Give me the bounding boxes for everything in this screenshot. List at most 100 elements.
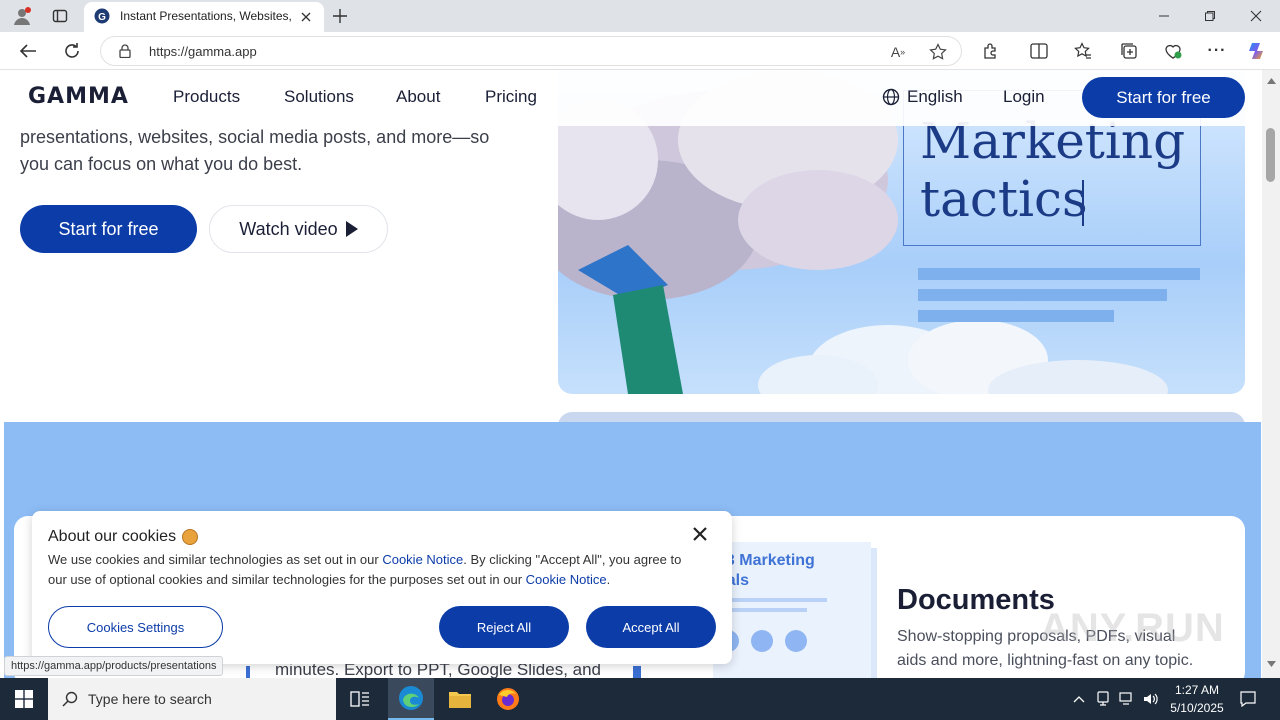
- nav-solutions[interactable]: Solutions: [284, 87, 354, 107]
- tab-actions-icon[interactable]: [50, 6, 70, 26]
- card-title-line2: tactics: [920, 170, 1088, 228]
- firefox-icon[interactable]: [486, 678, 530, 720]
- close-tab-icon[interactable]: [298, 9, 314, 25]
- page-scrollbar[interactable]: [1262, 70, 1280, 678]
- network-icon[interactable]: [1116, 678, 1138, 720]
- cookie-notice-link-1[interactable]: Cookie Notice: [382, 552, 463, 567]
- minimize-icon[interactable]: [1150, 6, 1178, 26]
- site-header: GAMMA Products Solutions About Pricing E…: [0, 70, 1262, 126]
- browser-toolbar: https://gamma.app A» ···: [0, 32, 1280, 70]
- accept-all-button[interactable]: Accept All: [586, 606, 716, 648]
- documents-desc-line2: aids and more, lightning-fast on any top…: [897, 652, 1194, 669]
- watch-video-label: Watch video: [239, 218, 338, 239]
- cookie-dialog: About our cookies We use cookies and sim…: [32, 511, 732, 664]
- favorites-icon[interactable]: [1072, 40, 1094, 62]
- hero-subtitle-line2: you can focus on what you do best.: [20, 154, 303, 174]
- reject-all-button[interactable]: Reject All: [439, 606, 569, 648]
- more-options-icon[interactable]: ···: [1206, 40, 1228, 62]
- cookie-emoji-icon: [182, 529, 199, 545]
- taskbar-search-box[interactable]: Type here to search: [48, 678, 336, 720]
- placeholder-line: [918, 310, 1114, 322]
- document-thumbnail: 03 Marketing oals: [713, 542, 871, 678]
- documents-title: Documents: [897, 584, 1055, 616]
- text-cursor: [1082, 180, 1084, 226]
- collections-icon[interactable]: [1118, 40, 1140, 62]
- close-window-icon[interactable]: [1242, 6, 1270, 26]
- status-url-text: https://gamma.app/products/presentations: [11, 660, 217, 672]
- restore-icon[interactable]: [1196, 6, 1224, 26]
- read-aloud-icon[interactable]: A»: [887, 41, 909, 63]
- page-viewport: presentations, websites, social media po…: [0, 70, 1262, 678]
- new-tab-icon[interactable]: [330, 6, 350, 26]
- browser-tab-bar: G Instant Presentations, Websites, a: [0, 0, 1280, 32]
- back-icon[interactable]: [16, 40, 40, 62]
- feature-accent-bar: [633, 666, 641, 678]
- scroll-up-icon[interactable]: [1266, 76, 1276, 86]
- login-link[interactable]: Login: [1003, 87, 1045, 107]
- notifications-icon[interactable]: [1236, 678, 1260, 720]
- language-selector[interactable]: English: [882, 85, 963, 109]
- copilot-icon[interactable]: [1244, 38, 1270, 64]
- search-icon: [62, 691, 78, 707]
- scroll-down-icon[interactable]: [1266, 659, 1276, 669]
- accept-all-label: Accept All: [622, 619, 680, 635]
- cookie-text-c: our use of optional cookies and similar …: [48, 572, 526, 587]
- url-text[interactable]: https://gamma.app: [149, 44, 257, 59]
- cookie-title: About our cookies: [48, 528, 177, 545]
- tab-title: Instant Presentations, Websites, a: [120, 9, 292, 23]
- gamma-favicon-icon: G: [94, 8, 110, 24]
- extensions-icon[interactable]: [980, 40, 1002, 62]
- thumbnail-line: [717, 598, 827, 602]
- refresh-icon[interactable]: [60, 40, 84, 62]
- language-label: English: [907, 87, 963, 106]
- split-screen-icon[interactable]: [1028, 40, 1050, 62]
- clock-date[interactable]: 5/10/2025: [1166, 701, 1228, 715]
- hero-start-free-label: Start for free: [58, 218, 159, 239]
- cookies-settings-button[interactable]: Cookies Settings: [48, 606, 223, 648]
- windows-taskbar: Type here to search 1:27 AM 5/10/2025: [0, 678, 1280, 720]
- header-start-free-label: Start for free: [1116, 87, 1211, 107]
- thumbnail-pie: [785, 630, 807, 652]
- gamma-logo[interactable]: GAMMA: [28, 84, 129, 109]
- svg-text:G: G: [98, 12, 106, 23]
- placeholder-line: [918, 268, 1200, 280]
- watch-video-button[interactable]: Watch video: [209, 205, 388, 253]
- cookie-notice-link-2[interactable]: Cookie Notice: [526, 572, 607, 587]
- profile-icon[interactable]: [10, 4, 34, 28]
- volume-icon[interactable]: [1140, 678, 1162, 720]
- browser-essentials-icon[interactable]: [1162, 40, 1184, 62]
- edge-icon: [399, 686, 423, 710]
- cookies-settings-label: Cookies Settings: [86, 619, 185, 635]
- placeholder-line: [918, 289, 1167, 301]
- browser-tab[interactable]: G Instant Presentations, Websites, a: [84, 2, 324, 32]
- nav-about[interactable]: About: [396, 87, 440, 107]
- edge-taskbar-button[interactable]: [388, 678, 434, 720]
- network-device-icon[interactable]: [1092, 678, 1114, 720]
- cookie-close-icon[interactable]: [690, 524, 710, 544]
- reject-all-label: Reject All: [476, 619, 532, 635]
- cookie-text-a: We use cookies and similar technologies …: [48, 552, 383, 567]
- cookie-title-row: About our cookies: [48, 528, 199, 546]
- cookie-text-d: .: [606, 572, 611, 587]
- lock-icon[interactable]: [117, 43, 133, 59]
- taskbar-search-placeholder: Type here to search: [88, 691, 212, 707]
- thumbnail-pie: [751, 630, 773, 652]
- clock-time[interactable]: 1:27 AM: [1172, 683, 1222, 697]
- scroll-thumb[interactable]: [1266, 128, 1275, 182]
- windows-start-icon[interactable]: [0, 678, 48, 720]
- status-url-bar: https://gamma.app/products/presentations: [4, 656, 224, 676]
- cookie-text-b: . By clicking "Accept All", you agree to: [463, 552, 682, 567]
- task-view-icon[interactable]: [340, 678, 380, 720]
- header-start-free-button[interactable]: Start for free: [1082, 77, 1245, 118]
- hero-start-free-button[interactable]: Start for free: [20, 205, 197, 253]
- file-explorer-icon[interactable]: [438, 678, 482, 720]
- play-icon: [345, 221, 358, 237]
- tray-chevron-icon[interactable]: [1068, 678, 1090, 720]
- favorite-star-icon[interactable]: [927, 41, 949, 63]
- address-bar[interactable]: https://gamma.app A»: [100, 36, 962, 66]
- globe-icon: [882, 88, 900, 106]
- feature-accent-bar: [246, 666, 250, 678]
- nav-pricing[interactable]: Pricing: [485, 87, 537, 107]
- cookie-text-line1: We use cookies and similar technologies …: [48, 552, 681, 567]
- nav-products[interactable]: Products: [173, 87, 240, 107]
